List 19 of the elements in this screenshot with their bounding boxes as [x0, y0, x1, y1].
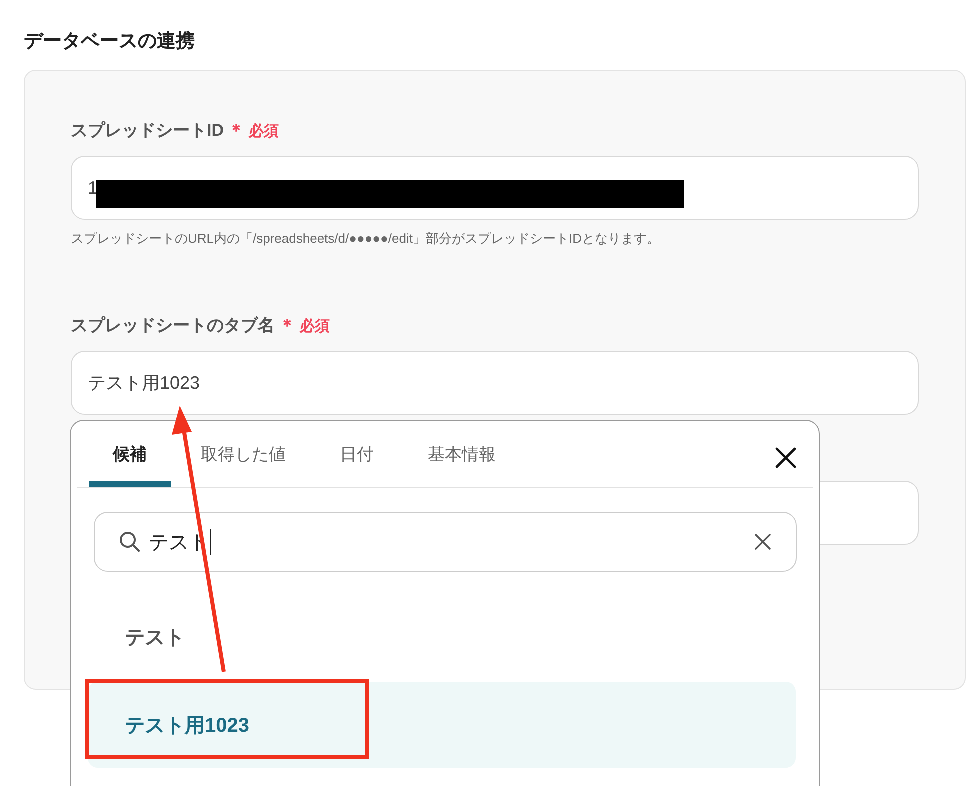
input-field[interactable]: 1 [71, 156, 919, 220]
help-text: スプレッドシートのURL内の「/spreadsheets/d/●●●●●/edit」部分がスプレッドシートIDとなります。 [71, 230, 661, 248]
required-mark: ＊ [228, 120, 245, 142]
input-field[interactable]: テスト用1023 [71, 351, 919, 415]
tab[interactable]: 候補 [89, 421, 171, 487]
required-label: 必須 [300, 317, 330, 336]
required-mark: ＊ [279, 315, 296, 337]
clear-icon[interactable] [754, 533, 772, 551]
field-label: スプレッドシートのタブ名 [71, 315, 275, 337]
close-icon[interactable] [775, 447, 797, 469]
option-item[interactable]: テスト用1023 [88, 682, 796, 768]
tab[interactable]: 取得した値 [177, 421, 310, 487]
required-label: 必須 [249, 122, 279, 141]
tab[interactable]: 日付 [316, 421, 398, 487]
option-item[interactable]: テスト [88, 612, 796, 662]
section-title: データベースの連携 [23, 30, 196, 54]
tab[interactable]: 基本情報 [404, 421, 520, 487]
field-label: スプレッドシートID [71, 120, 224, 142]
search-icon [119, 531, 141, 553]
